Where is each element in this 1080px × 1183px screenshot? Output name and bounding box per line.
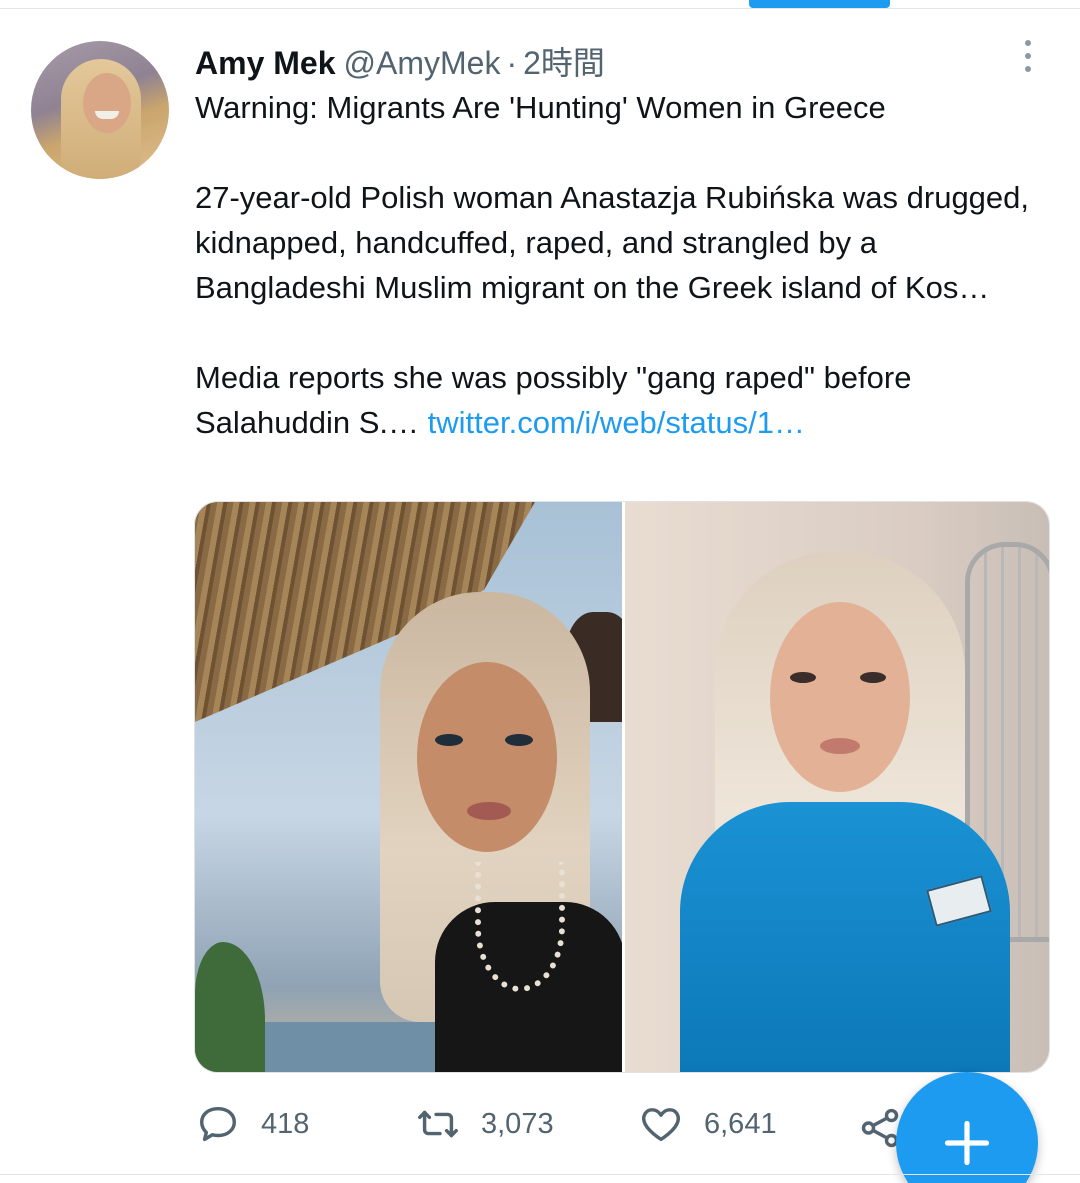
- retweet-count: 3,073: [481, 1107, 554, 1140]
- like-count: 6,641: [704, 1107, 777, 1140]
- display-name[interactable]: Amy Mek: [195, 45, 336, 82]
- lips: [820, 738, 860, 754]
- photo-left[interactable]: [195, 502, 622, 1072]
- avatar[interactable]: [31, 41, 169, 179]
- bottom-divider: [0, 1174, 1080, 1175]
- heart-icon: [642, 1108, 680, 1142]
- active-tab-indicator: [749, 0, 890, 8]
- tweet-detail-page: Amy Mek @AmyMek · 2時間 Warning: Migrants …: [0, 0, 1080, 1183]
- plus-icon: [944, 1120, 990, 1166]
- more-dot: [1025, 39, 1031, 46]
- tweet-spacer: [195, 310, 1055, 355]
- action-bar: 418 3,073 6,641: [195, 1096, 915, 1156]
- user-handle[interactable]: @AmyMek: [344, 45, 501, 82]
- reply-icon: [199, 1106, 237, 1142]
- avatar-face: [83, 73, 131, 133]
- eye: [860, 672, 886, 683]
- more-vertical-icon[interactable]: [1014, 36, 1042, 76]
- photo-right[interactable]: [625, 502, 1049, 1072]
- tweet-text: Warning: Migrants Are 'Hunting' Women in…: [195, 85, 1055, 445]
- compose-tweet-button[interactable]: [896, 1072, 1038, 1183]
- tweet-paragraph-1: Warning: Migrants Are 'Hunting' Women in…: [195, 90, 886, 125]
- more-dot: [1025, 66, 1031, 73]
- tweet-spacer: [195, 130, 1055, 175]
- more-dot: [1025, 52, 1031, 59]
- tweet-paragraph-2: 27-year-old Polish woman Anastazja Rubiń…: [195, 180, 1038, 305]
- retweet-button[interactable]: 3,073: [415, 1096, 554, 1152]
- tweet-link[interactable]: twitter.com/i/web/status/1…: [428, 405, 805, 440]
- face: [417, 662, 557, 852]
- shell-necklace: [475, 862, 565, 992]
- timestamp[interactable]: 2時間: [523, 38, 605, 84]
- tree: [195, 942, 265, 1072]
- like-button[interactable]: 6,641: [638, 1096, 777, 1152]
- tweet-header: Amy Mek @AmyMek · 2時間: [195, 38, 605, 82]
- reply-button[interactable]: 418: [195, 1096, 309, 1152]
- eye: [505, 734, 533, 746]
- top-divider: [0, 8, 1080, 9]
- retweet-icon: [418, 1110, 458, 1138]
- tweet-paragraph-3-container: Media reports she was possibly "gang rap…: [195, 355, 1055, 445]
- separator-dot: ·: [506, 45, 518, 81]
- lips: [467, 802, 511, 820]
- tweet-media[interactable]: [194, 501, 1050, 1073]
- reply-count: 418: [261, 1107, 310, 1140]
- blue-polo-shirt: [680, 802, 1010, 1072]
- face: [770, 602, 910, 792]
- eye: [790, 672, 816, 683]
- eye: [435, 734, 463, 746]
